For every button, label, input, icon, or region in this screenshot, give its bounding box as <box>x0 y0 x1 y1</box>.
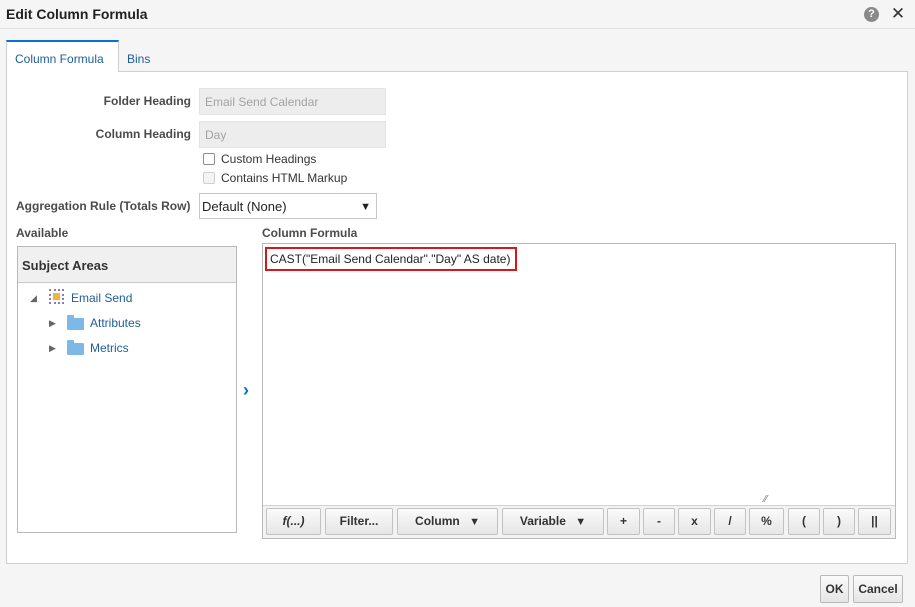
help-icon[interactable]: ? <box>864 7 879 22</box>
expand-triangle-icon[interactable]: ▶ <box>49 343 56 354</box>
collapse-triangle-icon[interactable]: ◢ <box>30 293 37 304</box>
percent-button[interactable]: % <box>749 508 784 535</box>
dialog-titlebar: Edit Column Formula ? ✕ <box>0 0 915 29</box>
subject-area-icon <box>49 289 64 304</box>
tab-bins[interactable]: Bins <box>127 40 150 72</box>
tree-item-attributes[interactable]: Attributes <box>90 316 141 334</box>
concat-button[interactable]: || <box>858 508 891 535</box>
variable-button-label: Variable <box>519 514 566 528</box>
insert-arrow-icon[interactable]: › <box>243 381 257 399</box>
column-heading-field: Day <box>199 121 386 148</box>
custom-headings-checkbox[interactable] <box>203 153 215 165</box>
column-formula-label: Column Formula <box>262 226 358 240</box>
chevron-down-icon: ▼ <box>469 516 480 528</box>
folder-heading-field: Email Send Calendar <box>199 88 386 115</box>
plus-button[interactable]: + <box>607 508 640 535</box>
available-label: Available <box>16 226 69 240</box>
dialog-title: Edit Column Formula <box>6 6 148 22</box>
multiply-button[interactable]: x <box>678 508 711 535</box>
expand-triangle-icon[interactable]: ▶ <box>49 318 56 329</box>
close-paren-button[interactable]: ) <box>823 508 855 535</box>
aggregation-rule-value: Default (None) <box>202 199 287 214</box>
chevron-down-icon: ▼ <box>575 516 587 528</box>
open-paren-button[interactable]: ( <box>788 508 820 535</box>
aggregation-rule-select[interactable]: Default (None) ▼ <box>199 193 377 219</box>
custom-headings-row[interactable]: Custom Headings <box>203 152 316 168</box>
custom-headings-label: Custom Headings <box>221 152 317 166</box>
ok-button[interactable]: OK <box>820 575 849 603</box>
resize-grip-icon[interactable]: ⁄⁄ <box>764 495 774 505</box>
column-button[interactable]: Column ▼ <box>397 508 498 535</box>
column-button-label: Column <box>415 514 460 528</box>
formula-text[interactable]: CAST("Email Send Calendar"."Day" AS date… <box>265 247 518 271</box>
column-heading-label: Column Heading <box>95 127 191 141</box>
function-button[interactable]: f(...) <box>266 508 321 535</box>
html-markup-checkbox <box>203 172 215 184</box>
filter-button[interactable]: Filter... <box>325 508 393 535</box>
divide-button[interactable]: / <box>714 508 746 535</box>
folder-icon <box>67 340 84 355</box>
close-icon[interactable]: ✕ <box>890 4 906 23</box>
folder-heading-label: Folder Heading <box>103 94 191 108</box>
tree-item-email-send[interactable]: Email Send <box>71 291 132 309</box>
folder-icon <box>67 315 84 330</box>
tab-column-formula[interactable]: Column Formula <box>6 40 119 72</box>
formula-editor[interactable] <box>262 243 896 539</box>
cancel-button[interactable]: Cancel <box>853 575 903 603</box>
html-markup-row: Contains HTML Markup <box>203 171 347 187</box>
tree-item-metrics[interactable]: Metrics <box>90 341 129 359</box>
aggregation-rule-label: Aggregation Rule (Totals Row) <box>16 199 191 213</box>
chevron-down-icon: ▼ <box>360 201 371 213</box>
subject-areas-title: Subject Areas <box>18 247 236 283</box>
html-markup-label: Contains HTML Markup <box>221 171 348 185</box>
minus-button[interactable]: - <box>643 508 675 535</box>
variable-button[interactable]: Variable ▼ <box>502 508 604 535</box>
